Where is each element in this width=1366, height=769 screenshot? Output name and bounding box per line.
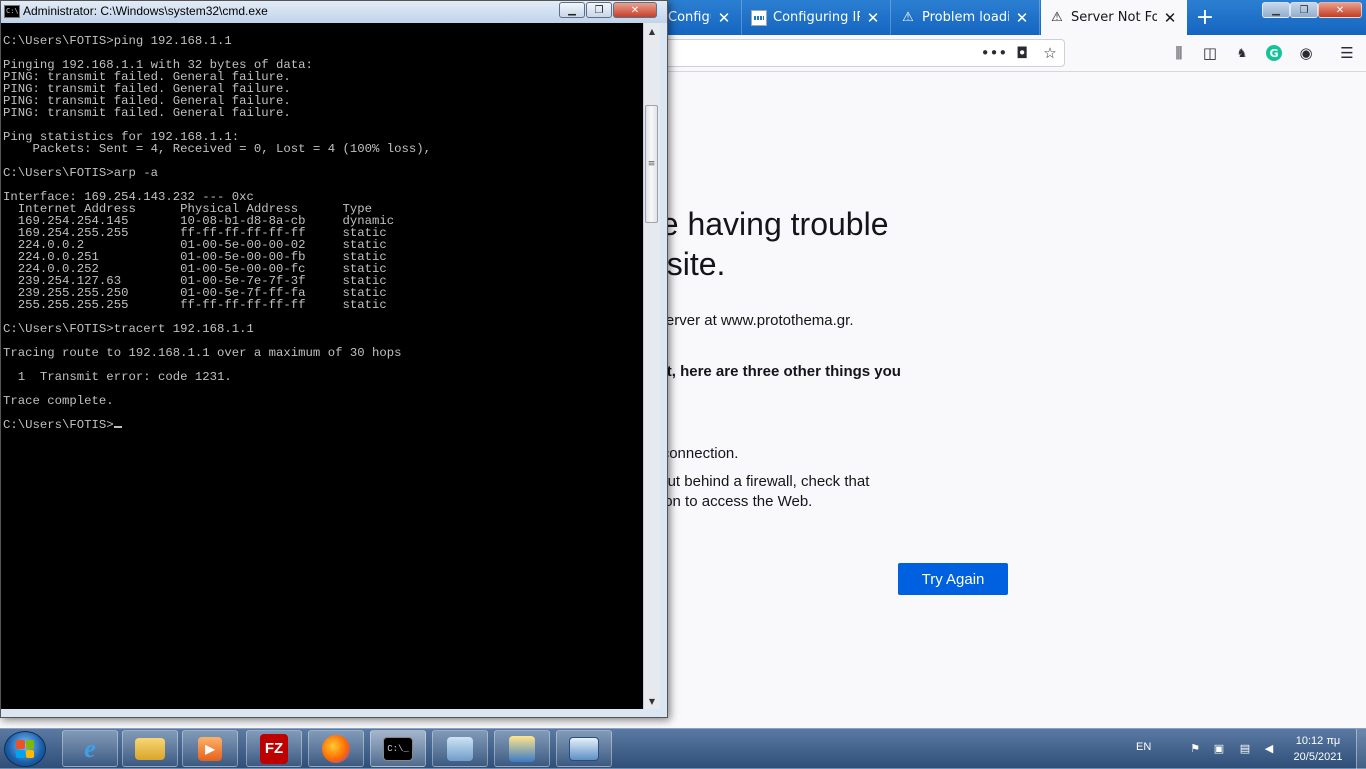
network-tool-icon bbox=[509, 735, 535, 762]
try-again-button[interactable]: Try Again bbox=[898, 563, 1008, 595]
volume-icon[interactable]: ◀ bbox=[1262, 741, 1276, 755]
sidebar-icon[interactable]: ◫ bbox=[1199, 43, 1221, 63]
vertical-scrollbar[interactable]: ▲ ≡ ▼ bbox=[643, 23, 660, 709]
console-output[interactable]: C:\Users\FOTIS>ping 192.168.1.1 Pinging … bbox=[1, 23, 643, 709]
close-button[interactable]: ✕ bbox=[613, 2, 657, 18]
taskbar-firefox[interactable] bbox=[308, 730, 364, 767]
account-icon[interactable]: ◉ bbox=[1295, 43, 1317, 63]
taskbar-command-prompt[interactable]: C:\_ bbox=[370, 730, 426, 767]
language-indicator[interactable]: EN bbox=[1136, 741, 1151, 753]
tab-problem-loading[interactable]: ⚠ Problem loading ✕ bbox=[892, 0, 1040, 35]
tab-server-not-found[interactable]: ⚠ Server Not Foun ✕ bbox=[1041, 0, 1187, 35]
tab-close-icon[interactable]: ✕ bbox=[1013, 9, 1031, 27]
internet-explorer-icon: e bbox=[84, 733, 96, 763]
taskbar-network-config[interactable] bbox=[432, 730, 488, 767]
show-desktop-button[interactable] bbox=[1356, 729, 1366, 769]
console-text: C:\Users\FOTIS>ping 192.168.1.1 Pinging … bbox=[3, 34, 432, 432]
device-icon[interactable]: ▣ bbox=[1212, 741, 1226, 755]
bookmark-star-icon[interactable]: ☆ bbox=[1039, 43, 1061, 63]
remote-desktop-icon bbox=[569, 736, 599, 761]
firefox-icon bbox=[322, 734, 350, 763]
taskbar-filezilla[interactable]: FZ bbox=[246, 730, 302, 767]
flag-icon[interactable]: ⚑ bbox=[1188, 741, 1202, 755]
maximize-button[interactable]: ❐ bbox=[586, 2, 612, 18]
clock[interactable]: 10:12 πμ 20/5/2021 bbox=[1288, 733, 1348, 765]
taskbar-network-tool[interactable] bbox=[494, 730, 550, 767]
menu-icon[interactable]: ☰ bbox=[1336, 43, 1358, 63]
warning-icon: ⚠ bbox=[1051, 10, 1063, 25]
clock-date: 20/5/2021 bbox=[1293, 751, 1343, 763]
tab-close-icon[interactable]: ✕ bbox=[1161, 9, 1179, 27]
folder-icon bbox=[135, 737, 165, 760]
start-button[interactable] bbox=[4, 731, 46, 767]
library-icon[interactable]: ⫼ bbox=[1168, 43, 1190, 63]
tab-configuring-ip[interactable]: Configuring IP-N ✕ bbox=[743, 0, 891, 35]
url-bar[interactable]: ••• ◘ ☆ bbox=[660, 39, 1065, 67]
network-icon[interactable]: ▤ bbox=[1238, 741, 1252, 755]
tab-title: Problem loading bbox=[922, 10, 1009, 25]
tab-title: Configur bbox=[668, 10, 711, 25]
filezilla-icon: FZ bbox=[260, 733, 288, 764]
windows-logo-icon bbox=[16, 740, 34, 758]
scroll-thumb[interactable]: ≡ bbox=[645, 105, 658, 223]
tab-close-icon[interactable]: ✕ bbox=[715, 9, 733, 27]
maximize-button[interactable]: ❐ bbox=[1290, 2, 1318, 18]
cisco-favicon-icon bbox=[751, 9, 767, 26]
grammarly-icon[interactable]: G bbox=[1263, 43, 1285, 63]
close-button[interactable]: ✕ bbox=[1318, 2, 1362, 18]
taskbar-file-explorer[interactable] bbox=[122, 730, 178, 767]
cmd-icon: C:\ bbox=[4, 5, 20, 18]
tab-title: Configuring IP-N bbox=[773, 10, 860, 25]
scroll-down-arrow-icon[interactable]: ▼ bbox=[644, 693, 660, 709]
tab-close-icon[interactable]: ✕ bbox=[864, 9, 882, 27]
cmd-title-bar[interactable]: C:\ Administrator: C:\Windows\system32\c… bbox=[1, 1, 667, 23]
minimize-button[interactable]: ▁ bbox=[1262, 2, 1290, 18]
clock-time: 10:12 πμ bbox=[1295, 735, 1341, 747]
command-prompt-icon: C:\_ bbox=[383, 736, 413, 761]
minimize-button[interactable]: ▁ bbox=[559, 2, 585, 18]
cmd-window[interactable]: C:\ Administrator: C:\Windows\system32\c… bbox=[0, 0, 668, 718]
page-actions-icon[interactable]: ••• bbox=[981, 43, 1008, 63]
tab-title: Server Not Foun bbox=[1071, 10, 1157, 25]
network-config-icon bbox=[447, 736, 473, 761]
text-cursor bbox=[113, 426, 122, 428]
warning-icon: ⚠ bbox=[902, 10, 914, 25]
media-player-icon: ▶ bbox=[198, 736, 222, 761]
taskbar-internet-explorer[interactable]: e bbox=[62, 730, 118, 767]
tab-configuring-1[interactable]: Configur ✕ bbox=[660, 0, 742, 35]
taskbar-media-player[interactable]: ▶ bbox=[182, 730, 238, 767]
pocket-icon[interactable]: ◘ bbox=[1011, 43, 1033, 63]
scroll-up-arrow-icon[interactable]: ▲ bbox=[644, 23, 660, 39]
taskbar: e ▶ FZ C:\_ EN ⚑ ▣ ▤ ◀ 10:12 πμ 20/5/202… bbox=[0, 728, 1366, 769]
taskbar-remote-desktop[interactable] bbox=[556, 730, 612, 767]
extension-icon[interactable]: ♞ bbox=[1231, 43, 1253, 63]
cmd-title: Administrator: C:\Windows\system32\cmd.e… bbox=[23, 4, 268, 18]
new-tab-button[interactable]: + bbox=[1192, 0, 1218, 35]
